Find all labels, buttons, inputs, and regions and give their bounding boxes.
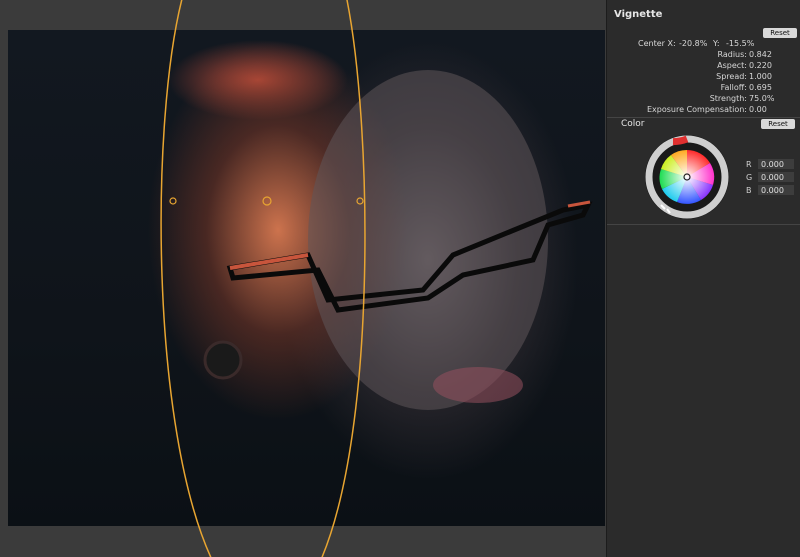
vignette-title: Vignette <box>614 9 663 20</box>
spread-label: Spread: <box>716 72 747 81</box>
r-label: R <box>746 160 752 169</box>
vignette-handle-left[interactable] <box>169 197 177 205</box>
center-x-label: Center X: <box>638 39 676 48</box>
aspect-label: Aspect: <box>717 61 747 70</box>
aspect-value[interactable]: 0.220 <box>749 60 772 71</box>
section-divider <box>607 117 800 118</box>
center-y-value[interactable]: -15.5% <box>726 38 754 49</box>
strength-label: Strength: <box>709 94 747 103</box>
color-reset-button[interactable]: Reset <box>761 119 795 129</box>
g-value-field[interactable]: 0.000 <box>758 172 794 182</box>
center-y-label: Y: <box>713 39 720 48</box>
spread-value[interactable]: 1.000 <box>749 71 772 82</box>
vignette-center-handle[interactable] <box>262 196 272 206</box>
r-value-field[interactable]: 0.000 <box>758 159 794 169</box>
radius-value[interactable]: 0.842 <box>749 49 772 60</box>
vignette-handle-right[interactable] <box>356 197 364 205</box>
image-viewer[interactable] <box>0 0 606 557</box>
section-divider-bottom <box>607 224 800 225</box>
b-value-field[interactable]: 0.000 <box>758 185 794 195</box>
falloff-row: Falloff: 0.695 <box>607 82 800 93</box>
center-x-value[interactable]: -20.8% <box>679 38 707 49</box>
g-label: G <box>746 173 753 182</box>
falloff-label: Falloff: <box>720 83 747 92</box>
vignette-boundary-left[interactable] <box>160 0 213 557</box>
vignette-reset-button[interactable]: Reset <box>763 28 797 38</box>
spread-row: Spread: 1.000 <box>607 71 800 82</box>
exposure-compensation-value[interactable]: 0.00 <box>749 104 767 115</box>
strength-row: Strength: 75.0% <box>607 93 800 104</box>
vignette-overlay[interactable] <box>0 0 606 557</box>
falloff-value[interactable]: 0.695 <box>749 82 772 93</box>
aspect-row: Aspect: 0.220 <box>607 60 800 71</box>
vignette-boundary-right[interactable] <box>320 0 366 557</box>
center-row: Center X: -20.8% Y: -15.5% <box>607 38 800 49</box>
b-label: B <box>746 186 752 195</box>
color-wheel[interactable] <box>643 133 731 221</box>
adjustments-panel: Vignette Reset Center X: -20.8% Y: -15.5… <box>606 0 800 557</box>
color-title: Color <box>621 119 645 129</box>
exposure-compensation-row: Exposure Compensation: 0.00 <box>607 104 800 115</box>
radius-label: Radius: <box>717 50 747 59</box>
strength-value[interactable]: 75.0% <box>749 93 774 104</box>
radius-row: Radius: 0.842 <box>607 49 800 60</box>
exposure-compensation-label: Exposure Compensation: <box>646 105 747 114</box>
